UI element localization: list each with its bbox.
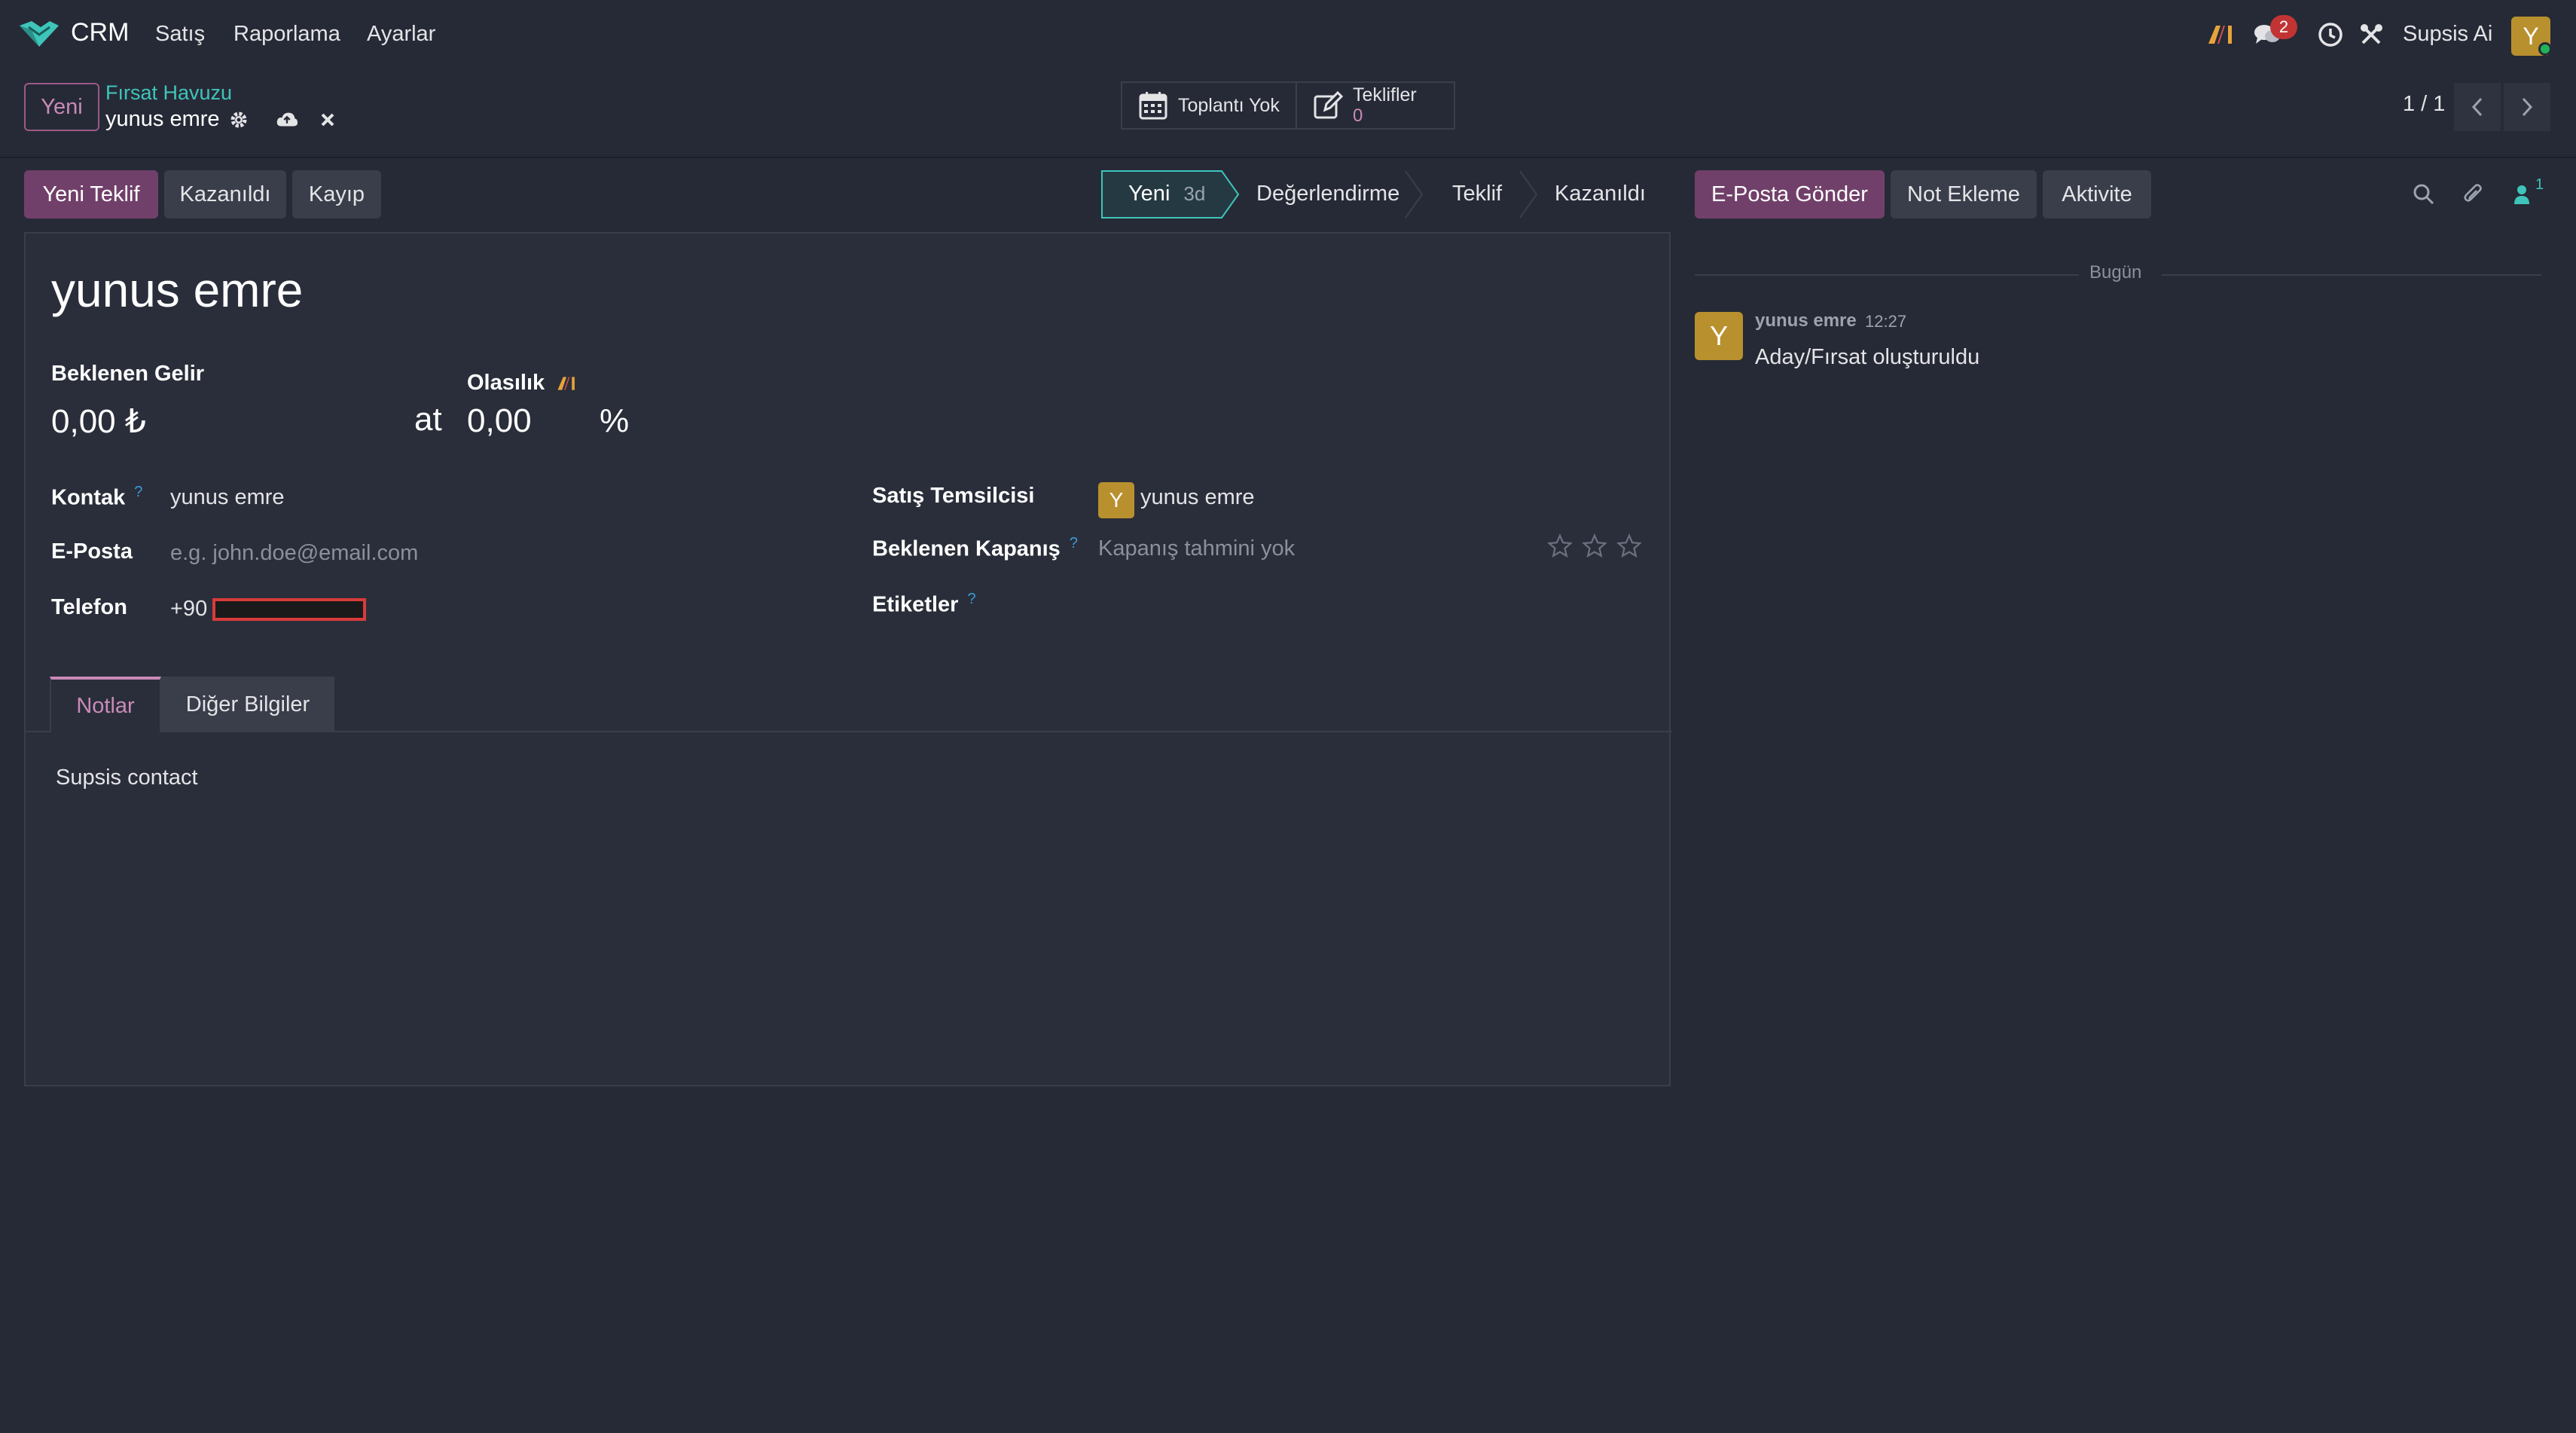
discard-close-icon[interactable] xyxy=(316,108,339,131)
phone-field[interactable] xyxy=(212,598,366,621)
tags-label-text: Etiketler xyxy=(872,592,959,617)
notification-badge: 2 xyxy=(2270,15,2297,39)
email-label: E-Posta xyxy=(51,539,133,564)
probability-field[interactable]: 0,00 xyxy=(467,402,532,440)
probability-label: Olasılık xyxy=(467,371,576,396)
log-note-button[interactable]: Not Ekleme xyxy=(1891,170,2037,218)
stage-proposal[interactable]: Teklif xyxy=(1452,170,1502,218)
new-quote-button[interactable]: Yeni Teklif xyxy=(24,170,158,218)
chevron-left-icon xyxy=(2471,97,2483,117)
save-cloud-icon[interactable] xyxy=(276,108,298,131)
company-switcher[interactable]: Supsis Ai xyxy=(2403,22,2492,47)
paperclip-icon[interactable] xyxy=(2460,181,2487,208)
star-icon[interactable] xyxy=(1582,533,1607,559)
tags-help-icon[interactable]: ? xyxy=(967,591,975,607)
crm-logo-icon[interactable] xyxy=(18,20,60,50)
contact-field[interactable]: yunus emre xyxy=(170,485,285,510)
notes-content[interactable]: Supsis contact xyxy=(56,765,198,790)
expected-revenue-field[interactable]: 0,00 ₺ xyxy=(51,402,146,441)
ai-icon[interactable] xyxy=(557,375,576,392)
new-record-button[interactable]: Yeni xyxy=(24,83,99,131)
meetings-label: Toplantı Yok xyxy=(1178,95,1280,116)
form-sheet: yunus emre Beklenen Gelir 0,00 ₺ at Olas… xyxy=(24,232,1672,1086)
star-icon[interactable] xyxy=(1616,533,1642,559)
percent-sign: % xyxy=(600,402,630,439)
contact-help-icon[interactable]: ? xyxy=(134,484,142,500)
salesperson-label: Satış Temsilcisi xyxy=(872,484,1035,508)
calendar-icon xyxy=(1136,88,1170,123)
quotes-smart-button[interactable]: Teklifler 0 xyxy=(1296,81,1455,130)
clock-icon[interactable] xyxy=(2314,18,2347,51)
tags-label: Etiketler? xyxy=(872,591,976,618)
breadcrumb-parent-link[interactable]: Fırsat Havuzu xyxy=(105,81,232,105)
quotes-count: 0 xyxy=(1353,105,1363,126)
today-divider-right xyxy=(2162,274,2541,276)
mark-won-button[interactable]: Kazanıldı xyxy=(164,170,286,218)
gear-icon[interactable] xyxy=(227,108,250,131)
message-body: Aday/Fırsat oluşturuldu xyxy=(1755,345,1980,369)
menu-reporting[interactable]: Raporlama xyxy=(233,22,340,47)
message-author-avatar[interactable]: Y xyxy=(1695,312,1743,360)
menu-sales[interactable]: Satış xyxy=(155,22,205,47)
tools-icon[interactable] xyxy=(2355,18,2388,51)
ai-icon[interactable] xyxy=(2204,18,2237,51)
activity-button[interactable]: Aktivite xyxy=(2043,170,2151,218)
control-panel: Yeni Fırsat Havuzu yunus emre Toplantı Y… xyxy=(0,69,2576,158)
message-time: 12:27 xyxy=(1865,312,1907,331)
today-label: Bugün xyxy=(2089,262,2142,283)
menu-settings[interactable]: Ayarlar xyxy=(367,22,435,47)
salesperson-avatar: Y xyxy=(1098,482,1134,518)
contact-label-text: Kontak xyxy=(51,485,126,510)
tab-notes[interactable]: Notlar xyxy=(50,677,161,732)
phone-prefix[interactable]: +90 xyxy=(170,597,207,622)
opportunity-title[interactable]: yunus emre xyxy=(51,262,303,318)
online-status-dot xyxy=(2538,42,2552,56)
expected-revenue-label: Beklenen Gelir xyxy=(51,362,205,386)
today-divider-left xyxy=(1695,274,2079,276)
star-icon[interactable] xyxy=(1547,533,1573,559)
message-author[interactable]: yunus emre xyxy=(1755,310,1857,332)
followers-icon[interactable] xyxy=(2510,181,2537,208)
breadcrumb-current: yunus emre xyxy=(105,107,220,131)
pager-value[interactable]: 1 / 1 xyxy=(2403,92,2445,117)
app-name[interactable]: CRM xyxy=(71,18,129,47)
pager-previous-button[interactable] xyxy=(2454,83,2501,131)
send-email-button[interactable]: E-Posta Gönder xyxy=(1695,170,1885,218)
quotes-info: Teklifler 0 xyxy=(1353,84,1417,127)
top-navbar: CRM Satış Raporlama Ayarlar 2 Supsis Ai xyxy=(0,0,2576,69)
priority-stars xyxy=(1547,533,1642,559)
tab-other-info[interactable]: Diğer Bilgiler xyxy=(161,677,334,732)
expected-closing-label: Beklenen Kapanış? xyxy=(872,535,1078,562)
chevron-right-icon xyxy=(2522,97,2533,117)
stage-new[interactable]: Yeni 3d xyxy=(1128,170,1205,218)
salesperson-field[interactable]: yunus emre xyxy=(1140,485,1255,510)
email-field[interactable]: e.g. john.doe@email.com xyxy=(170,541,418,566)
probability-label-text: Olasılık xyxy=(467,371,545,395)
expected-closing-field[interactable]: Kapanış tahmini yok xyxy=(1098,536,1295,561)
stage-won[interactable]: Kazanıldı xyxy=(1555,170,1646,218)
contact-label: Kontak? xyxy=(51,484,142,511)
at-label: at xyxy=(414,401,442,438)
pager-next-button[interactable] xyxy=(2504,83,2550,131)
expected-closing-help-icon[interactable]: ? xyxy=(1070,535,1078,552)
phone-label: Telefon xyxy=(51,595,127,619)
stage-duration: 3d xyxy=(1183,182,1206,205)
stage-qualification[interactable]: Değerlendirme xyxy=(1256,170,1399,218)
form-tabs: Notlar Diğer Bilgiler xyxy=(26,677,1672,732)
stage-new-label: Yeni xyxy=(1128,182,1170,206)
follower-count: 1 xyxy=(2535,176,2544,193)
edit-document-icon xyxy=(1311,88,1345,123)
meetings-smart-button[interactable]: Toplantı Yok xyxy=(1121,81,1297,130)
search-icon[interactable] xyxy=(2410,181,2437,208)
mark-lost-button[interactable]: Kayıp xyxy=(292,170,381,218)
quotes-label: Teklifler xyxy=(1353,84,1417,105)
expected-closing-label-text: Beklenen Kapanış xyxy=(872,536,1061,561)
